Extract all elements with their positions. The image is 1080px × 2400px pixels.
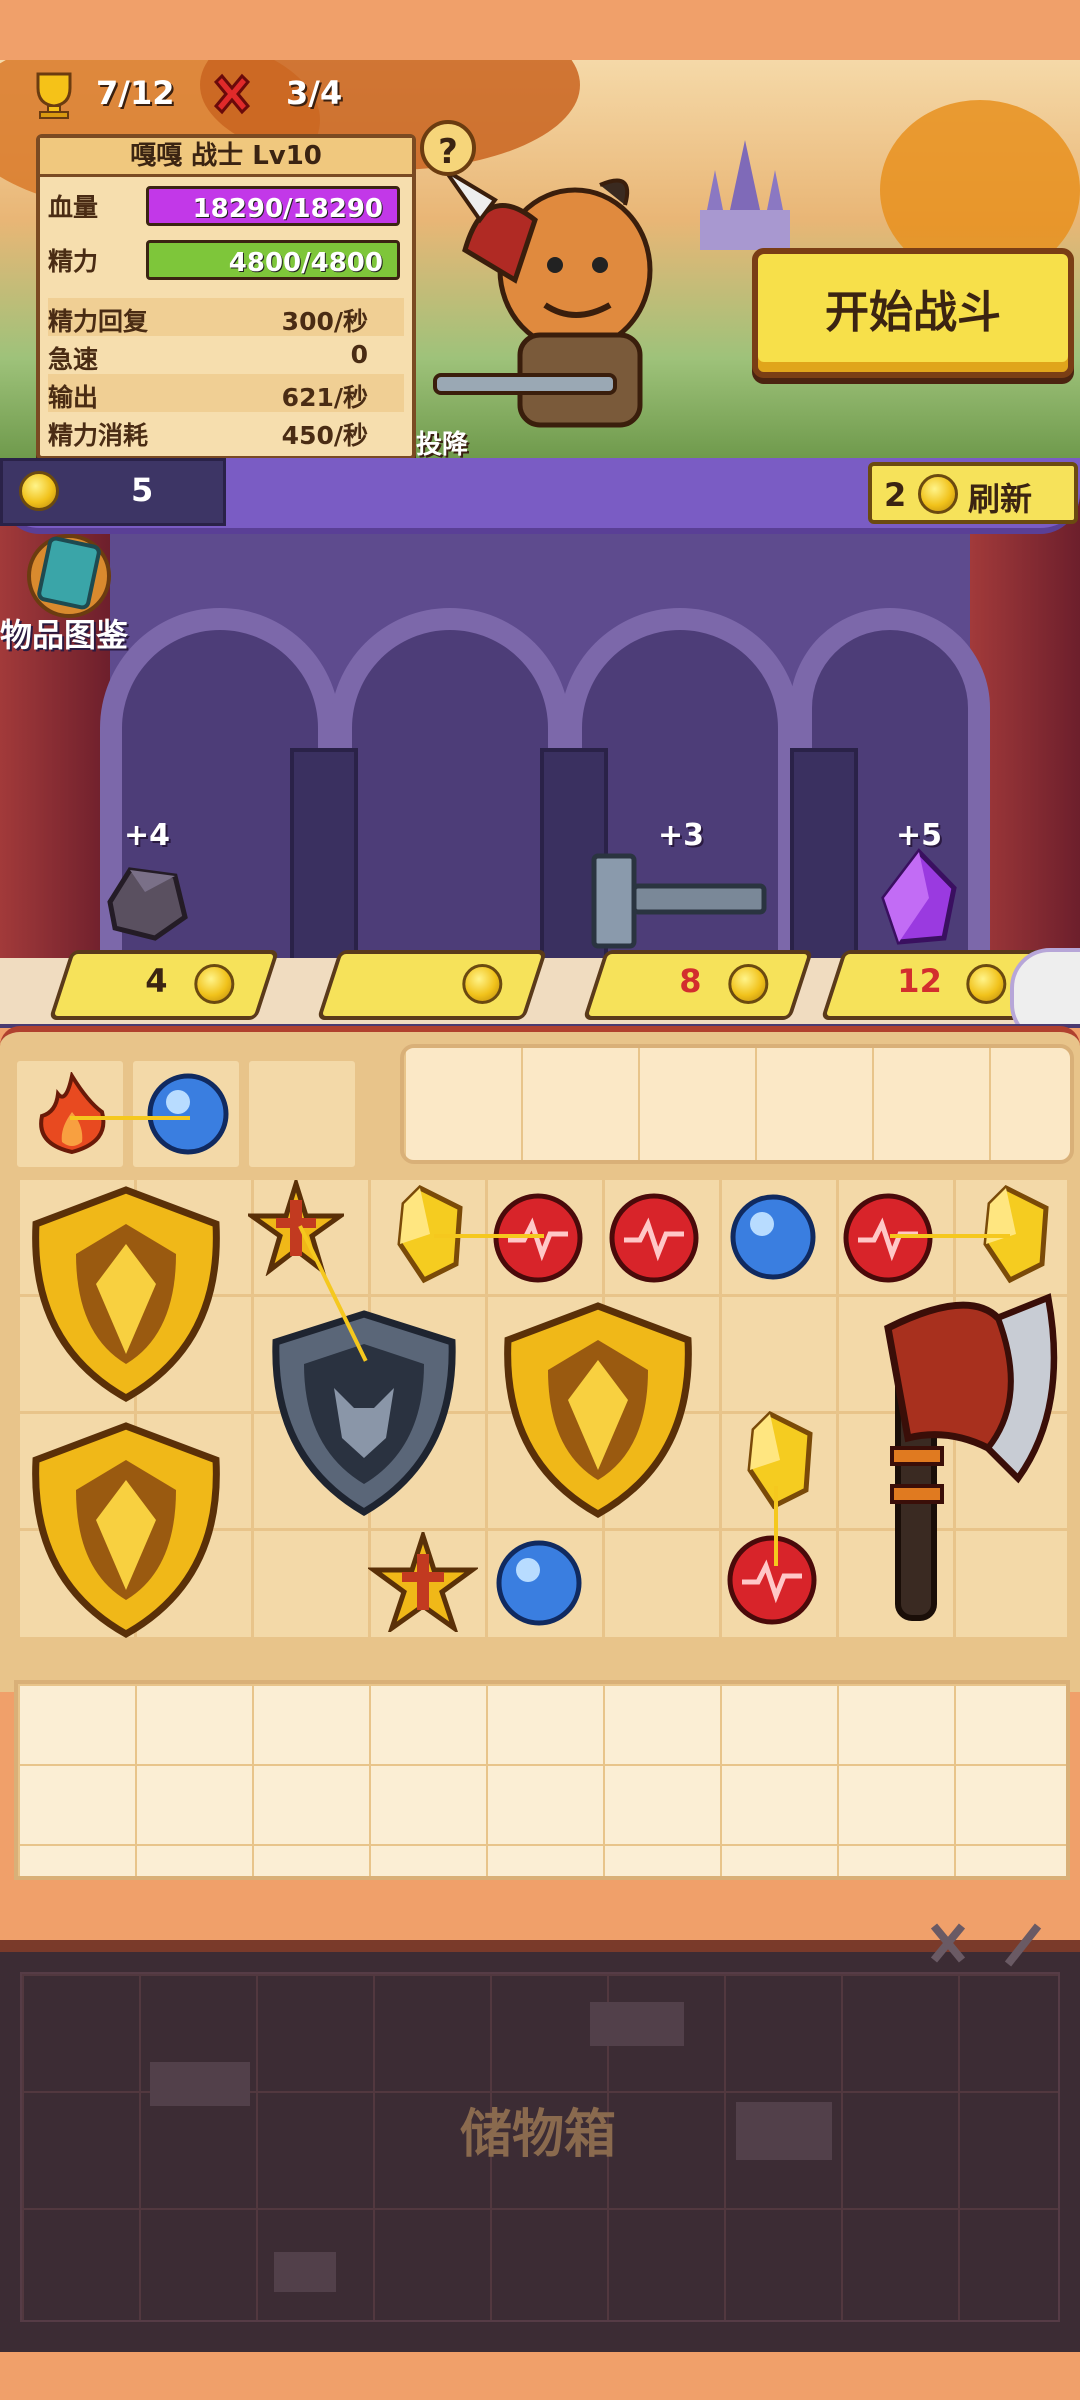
blue-orb-icon[interactable] — [144, 1070, 232, 1158]
loss-x-icon — [213, 73, 251, 115]
lion-shield-icon[interactable] — [26, 1420, 226, 1640]
storage-label: 储物箱 — [460, 2105, 617, 2165]
refresh-cost: 2 — [884, 476, 907, 514]
expansion-slots — [14, 1680, 1070, 1880]
item-price: 8 — [679, 962, 702, 1000]
stat-value: 621/秒 — [281, 383, 368, 412]
item-price: 4 — [145, 962, 168, 1000]
trophy-count: 7/12 — [96, 74, 175, 112]
axe-weapon-icon[interactable] — [848, 1288, 1068, 1628]
energy-row: 精力 4800/4800 — [48, 238, 404, 280]
red-orb-icon[interactable] — [490, 1190, 586, 1286]
stat-label: 急速 — [48, 345, 99, 374]
purple-crystal-item-icon[interactable] — [874, 848, 964, 948]
gold-panel: 5 — [0, 458, 226, 526]
trophy-icon — [36, 72, 72, 119]
arch — [330, 608, 570, 968]
synergy-link — [774, 1486, 778, 1566]
red-orb-icon[interactable] — [840, 1190, 936, 1286]
buy-item-button[interactable]: 4 — [48, 950, 280, 1020]
stat-label: 精力消耗 — [48, 421, 149, 450]
storage-slot-marker — [150, 2062, 250, 2106]
stone-item-icon[interactable] — [100, 862, 190, 942]
stat-label: 输出 — [48, 383, 99, 412]
stat-row: 精力回复 300/秒 — [48, 298, 404, 336]
item-price: 12 — [897, 962, 942, 1000]
backpack-slot[interactable] — [246, 1058, 358, 1170]
orc-warrior-avatar — [433, 168, 653, 428]
buy-item-button[interactable] — [316, 950, 548, 1020]
item-bonus: +4 — [124, 818, 171, 853]
hp-row: 血量 18290/18290 — [48, 184, 404, 226]
fire-item-icon[interactable] — [32, 1072, 112, 1156]
stat-row: 精力消耗 450/秒 — [48, 412, 404, 450]
wolf-shield-icon[interactable] — [264, 1308, 464, 1518]
blue-orb-icon[interactable] — [494, 1538, 584, 1628]
refresh-label: 刷新 — [968, 480, 1033, 518]
coin-icon — [728, 964, 769, 1004]
help-button[interactable]: ? — [420, 120, 476, 176]
energy-bar: 4800/4800 — [146, 240, 400, 280]
gold-amount: 5 — [131, 471, 154, 509]
item-catalog-icon[interactable] — [24, 528, 114, 618]
golden-star-emblem-icon[interactable] — [248, 1180, 344, 1276]
storage-slot-marker — [590, 2002, 684, 2046]
shop-area: 物品图鉴 +4 +3 +5 4 8 12 — [0, 458, 1080, 1028]
locked-slots — [400, 1044, 1074, 1164]
storage-box[interactable]: 储物箱 — [0, 1923, 1080, 2352]
synergy-link — [890, 1234, 1010, 1238]
lion-shield-icon[interactable] — [26, 1184, 226, 1404]
yellow-crystal-icon[interactable] — [740, 1410, 820, 1510]
red-orb-icon[interactable] — [606, 1190, 702, 1286]
coin-icon — [19, 471, 59, 511]
hp-bar: 18290/18290 — [146, 186, 400, 226]
item-bonus: +3 — [658, 818, 705, 853]
sell-tools-icon[interactable] — [928, 1920, 1048, 1968]
stat-row: 急速 0 — [48, 336, 404, 374]
storage-slot-marker — [736, 2102, 832, 2160]
surrender-button[interactable]: 投降 — [416, 424, 468, 461]
start-battle-button[interactable]: 开始战斗 — [752, 248, 1074, 378]
blue-orb-icon[interactable] — [728, 1192, 818, 1282]
stat-value: 0 — [350, 340, 368, 369]
backpack-grid — [10, 1024, 1074, 1930]
coin-icon — [462, 964, 503, 1004]
castle-icon — [700, 140, 790, 250]
refresh-shop-button[interactable]: 2 刷新 — [868, 462, 1078, 524]
stat-value: 300/秒 — [281, 307, 368, 336]
golden-star-emblem-icon[interactable] — [368, 1532, 478, 1632]
coin-icon — [918, 474, 958, 514]
character-stat-card: 嘎嘎 战士 Lv10 血量 18290/18290 精力 4800/4800 精… — [36, 134, 416, 460]
stat-value: 450/秒 — [281, 421, 368, 450]
synergy-link — [434, 1234, 544, 1238]
side-menu-button[interactable] — [1010, 948, 1080, 1024]
loss-count: 3/4 — [286, 74, 343, 112]
stat-row: 输出 621/秒 — [48, 374, 404, 412]
lion-shield-icon[interactable] — [498, 1300, 698, 1520]
energy-label: 精力 — [48, 247, 99, 276]
character-title: 嘎嘎 战士 Lv10 — [40, 138, 412, 177]
buy-item-button[interactable]: 8 — [582, 950, 814, 1020]
coin-icon — [194, 964, 235, 1004]
hammer-item-icon[interactable] — [584, 852, 774, 952]
stat-label: 精力回复 — [48, 307, 149, 336]
red-orb-icon[interactable] — [724, 1532, 820, 1628]
storage-slot-marker — [274, 2252, 336, 2292]
synergy-link — [70, 1116, 190, 1120]
item-catalog-label[interactable]: 物品图鉴 — [0, 610, 128, 656]
coin-icon — [966, 964, 1007, 1004]
hp-label: 血量 — [48, 193, 99, 222]
